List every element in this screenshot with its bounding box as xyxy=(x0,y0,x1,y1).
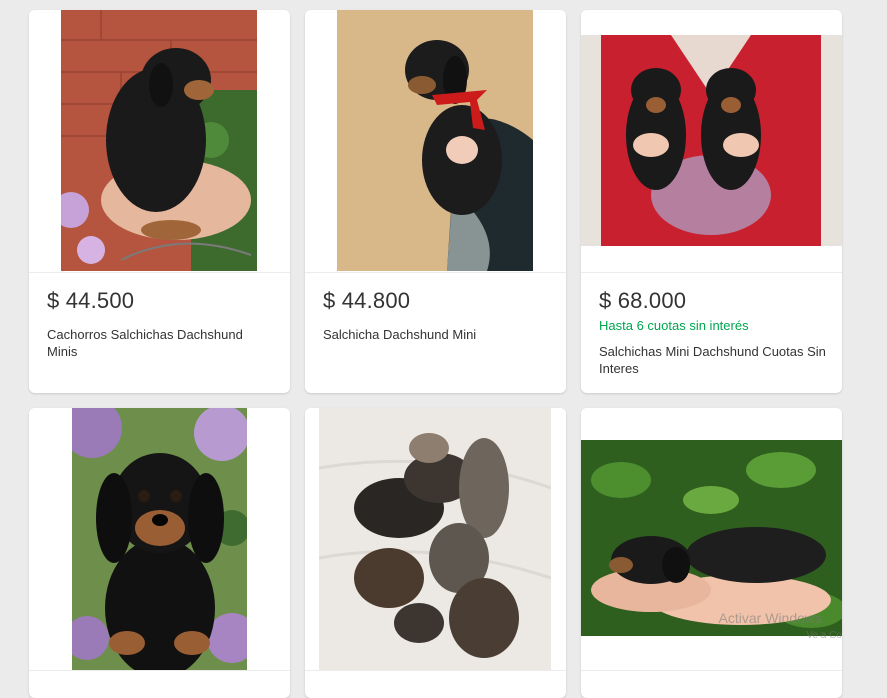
watermark-subtitle: Ve a Configuración para activar Windows. xyxy=(806,630,842,641)
product-card[interactable]: $ 44.800 Salchicha Dachshund Mini xyxy=(305,10,566,393)
product-title[interactable]: Salchicha Dachshund Mini xyxy=(323,326,552,343)
product-card[interactable]: $ 44.500 Cachorros Salchichas Dachshund … xyxy=(29,10,290,393)
product-photo xyxy=(61,10,257,271)
product-title[interactable]: Salchichas Mini Dachshund Cuotas Sin Int… xyxy=(599,343,828,377)
product-image-area[interactable] xyxy=(305,408,566,671)
product-card[interactable] xyxy=(305,408,566,698)
product-image-area[interactable] xyxy=(29,408,290,671)
product-price: $ 44.500 xyxy=(47,288,135,313)
product-card[interactable] xyxy=(29,408,290,698)
installments-label: Hasta 6 cuotas sin interés xyxy=(599,318,749,333)
product-price: $ 44.800 xyxy=(323,288,411,313)
product-photo xyxy=(581,35,842,246)
product-image-area[interactable] xyxy=(581,408,842,671)
product-title[interactable]: Cachorros Salchichas Dachshund Minis xyxy=(47,326,276,360)
product-card[interactable]: $ 68.000 Hasta 6 cuotas sin interés Salc… xyxy=(581,10,842,393)
product-photo xyxy=(72,408,247,670)
product-price: $ 68.000 xyxy=(599,288,687,313)
product-image-area[interactable] xyxy=(29,10,290,273)
watermark-title: Activar Windows xyxy=(718,610,822,626)
product-photo xyxy=(581,440,842,636)
product-image-area[interactable] xyxy=(305,10,566,273)
product-card[interactable]: Activar Windows Ve a Configuración para … xyxy=(581,408,842,698)
product-image-area[interactable] xyxy=(581,10,842,273)
product-photo xyxy=(319,408,551,670)
product-photo xyxy=(337,10,533,271)
